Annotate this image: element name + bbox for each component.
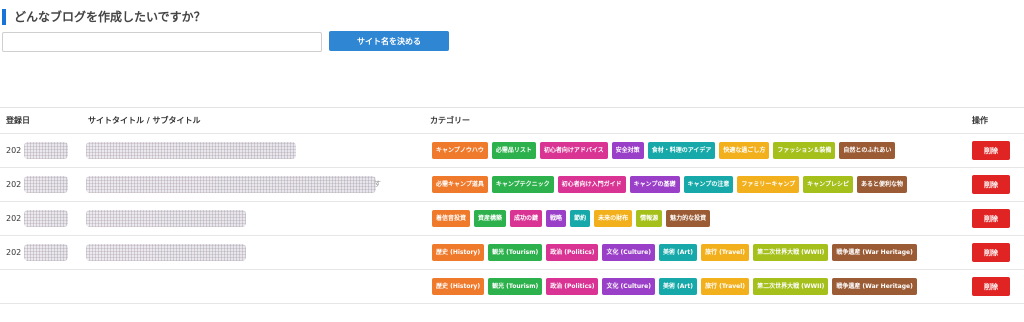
category-tag: 成功の鍵 (510, 210, 543, 227)
category-tag: 節約 (570, 210, 591, 227)
header-date: 登録日 (6, 116, 30, 125)
category-tag: ファミリーキャンプ (737, 176, 800, 193)
category-tag: キャンプの注意 (683, 176, 734, 193)
category-tag: 自然とのふれあい (839, 142, 896, 159)
delete-button[interactable]: 削除 (972, 175, 1010, 194)
category-tag: 旅行 (Travel) (701, 278, 750, 295)
category-tag: 歴史 (History) (432, 244, 485, 261)
category-tag: 歴史 (History) (432, 278, 485, 295)
table-row: 202 す必需キャンプ道具 キャンプテクニック 初心者向け入門ガイド キャンプの基礎 キャ… (0, 168, 1024, 202)
table-header-row: 登録日 サイトタイトル / サブタイトル カテゴリー 操作 (0, 108, 1024, 134)
category-tag: 文化 (Culture) (602, 244, 655, 261)
category-tag: 資産構築 (474, 210, 507, 227)
redacted-date (24, 176, 68, 193)
category-tags: 歴史 (History) 観光 (Tourism) 政治 (Politics) 文化 … (432, 278, 917, 295)
category-tag: 初心者向けアドバイス (539, 142, 608, 159)
row-date: 202 (6, 146, 22, 155)
table-row: 歴史 (History) 観光 (Tourism) 政治 (Politics) 文化 … (0, 270, 1024, 304)
blog-table: 登録日 サイトタイトル / サブタイトル カテゴリー 操作 202 キャンプノウハ… (0, 107, 1024, 304)
category-tag: ファッション＆装備 (773, 142, 836, 159)
row-date: 202 (6, 180, 22, 189)
redacted-site-title (86, 142, 296, 159)
category-tag: キャンプテクニック (491, 176, 554, 193)
title-suffix: す (374, 180, 381, 188)
delete-button[interactable]: 削除 (972, 277, 1010, 296)
table-row: 202 着信音投資 資産構築 成功の鍵 戦略 節約 未来の財布 情報源 魅力的な投資 削除 (0, 202, 1024, 236)
row-date: 202 (6, 248, 22, 257)
table-row: 202 キャンプノウハウ 必需品リスト 初心者向けアドバイス 安全対策 食材・料理のアイデ… (0, 134, 1024, 168)
category-tag: 第二次世界大戦 (WWII) (753, 244, 829, 261)
category-tag: キャンプレシピ (803, 176, 853, 193)
category-tags: 必需キャンプ道具 キャンプテクニック 初心者向け入門ガイド キャンプの基礎 キャンプの注… (432, 176, 907, 193)
category-tag: 旅行 (Travel) (701, 244, 750, 261)
category-tags: キャンプノウハウ 必需品リスト 初心者向けアドバイス 安全対策 食材・料理のアイデア 快適… (432, 142, 896, 159)
category-tag: あると便利な物 (856, 176, 907, 193)
delete-button[interactable]: 削除 (972, 209, 1010, 228)
delete-button[interactable]: 削除 (972, 243, 1010, 262)
category-tag: キャンプの基礎 (629, 176, 680, 193)
site-name-input[interactable] (2, 32, 322, 52)
category-tag: 観光 (Tourism) (488, 278, 543, 295)
redacted-date (24, 210, 68, 227)
header-title: サイトタイトル / サブタイトル (88, 116, 201, 125)
header-action: 操作 (972, 116, 988, 125)
form-heading: どんなブログを作成したいですか？ (2, 9, 206, 25)
category-tag: 魅力的な投資 (666, 210, 711, 227)
category-tag: 文化 (Culture) (602, 278, 655, 295)
header-category: カテゴリー (430, 116, 470, 125)
category-tag: 快適な過ごし方 (719, 142, 770, 159)
redacted-site-title (86, 176, 376, 193)
category-tag: 戦略 (546, 210, 567, 227)
category-tag: 着信音投資 (432, 210, 471, 227)
category-tags: 着信音投資 資産構築 成功の鍵 戦略 節約 未来の財布 情報源 魅力的な投資 (432, 210, 711, 227)
category-tag: 食材・料理のアイデア (647, 142, 716, 159)
row-date: 202 (6, 214, 22, 223)
delete-button[interactable]: 削除 (972, 141, 1010, 160)
redacted-date (24, 142, 68, 159)
redacted-site-title (86, 244, 246, 261)
category-tag: キャンプノウハウ (432, 142, 488, 159)
category-tag: 第二次世界大戦 (WWII) (753, 278, 829, 295)
decide-site-name-button[interactable]: サイト名を決める (329, 31, 449, 51)
category-tag: 美術 (Art) (658, 244, 697, 261)
category-tag: 安全対策 (611, 142, 644, 159)
category-tag: 政治 (Politics) (546, 278, 599, 295)
redacted-site-title (86, 210, 246, 227)
category-tag: 必需キャンプ道具 (432, 176, 488, 193)
category-tag: 情報源 (636, 210, 663, 227)
category-tag: 未来の財布 (594, 210, 633, 227)
category-tag: 観光 (Tourism) (488, 244, 543, 261)
category-tag: 初心者向け入門ガイド (557, 176, 626, 193)
category-tag: 美術 (Art) (658, 278, 697, 295)
table-row: 202 歴史 (History) 観光 (Tourism) 政治 (Politics)… (0, 236, 1024, 270)
category-tag: 戦争遺産 (War Heritage) (832, 278, 917, 295)
category-tag: 必需品リスト (491, 142, 536, 159)
category-tag: 戦争遺産 (War Heritage) (832, 244, 917, 261)
redacted-date (24, 244, 68, 261)
category-tag: 政治 (Politics) (546, 244, 599, 261)
category-tags: 歴史 (History) 観光 (Tourism) 政治 (Politics) 文化 … (432, 244, 917, 261)
